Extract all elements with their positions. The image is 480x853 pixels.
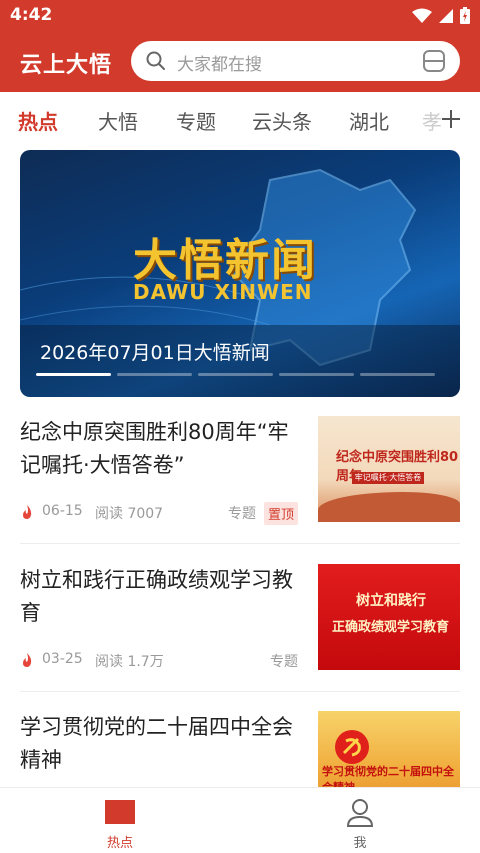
news-category: 专题 [270,654,298,670]
news-title: 树立和践行正确政绩观学习教育 [20,568,293,625]
person-icon [346,799,374,827]
app-title: 云上大悟 [20,53,113,78]
divider [20,691,460,692]
tab-hot[interactable]: 热点 [18,106,58,135]
thumbnail-hill [318,492,460,522]
banner-caption: 2026年07月01日大悟新闻 [40,342,270,364]
news-thumbnail: 树立和践行 正确政绩观学习教育 [318,564,460,670]
bottom-nav: 热点 我 [0,787,480,853]
fire-icon [23,505,32,519]
news-item[interactable]: 纪念中原突围胜利80周年“牢记嘱托·大悟答卷” 06-15 阅读 7007 专题… [20,416,460,546]
pinned-badge: 置顶 [263,502,298,525]
carousel-dot [360,373,435,376]
status-time: 4:42 [10,5,53,25]
nav-hot-label: 热点 [106,836,133,851]
tab-dawu[interactable]: 大悟 [98,106,138,135]
news-meta: 06-15 阅读 7007 专题 置顶 [20,502,298,525]
news-date: 03-25 [42,651,83,667]
banner-logo-cn: 大悟新闻 [133,235,317,286]
nav-me[interactable]: 我 [300,788,420,853]
wifi-icon [412,8,432,23]
thumbnail-line-2: 正确政绩观学习教育 [332,620,450,635]
banner-carousel[interactable]: 大悟新闻 DAWU XINWEN 2026年07月01日大悟新闻 [20,150,460,397]
add-channel-icon[interactable] [440,108,462,130]
search-icon [146,51,165,70]
news-meta: 03-25 阅读 1.7万 专题 [20,650,298,672]
carousel-dot [117,373,192,376]
nav-me-label: 我 [353,836,367,851]
search-bar[interactable]: 大家都在搜 [131,41,460,81]
news-reads: 阅读 7007 [95,506,164,522]
thumbnail-subtitle: 牢记嘱托·大悟答卷 [352,472,424,484]
tab-xiao[interactable]: 孝 [422,106,442,135]
nav-hot[interactable]: 热点 [60,788,180,853]
news-date: 06-15 [42,503,83,519]
carousel-dot [279,373,354,376]
signal-icon [439,8,453,23]
banner-logo-en: DAWU XINWEN [133,280,313,304]
tab-cloud-headlines[interactable]: 云头条 [252,106,312,135]
carousel-indicator [36,373,435,376]
header-bar: 4:42 云上大悟 大家都在搜 [0,0,480,92]
search-input[interactable]: 大家都在搜 [177,50,262,75]
news-reads: 阅读 1.7万 [95,654,164,670]
tab-hubei[interactable]: 湖北 [349,106,389,135]
thumbnail-line-1: 树立和践行 [356,593,426,609]
news-item[interactable]: 树立和践行正确政绩观学习教育 03-25 阅读 1.7万 专题 树立和践行 正确… [20,564,460,694]
status-bar: 4:42 [0,0,480,32]
divider [20,543,460,544]
tab-topics[interactable]: 专题 [176,106,216,135]
carousel-dot [36,373,111,376]
status-icons [412,7,470,24]
carousel-dot [198,373,273,376]
news-category: 专题 [228,506,256,522]
channel-tabs: 热点 大悟 专题 云头条 湖北 孝 [0,92,480,148]
scan-icon[interactable] [422,49,446,73]
news-title: 学习贯彻党的二十届四中全会精神 [20,715,293,772]
battery-icon [460,7,470,24]
home-icon [105,800,135,824]
news-title: 纪念中原突围胜利80周年“牢记嘱托·大悟答卷” [20,420,289,477]
news-thumbnail: 纪念中原突围胜利80周年 牢记嘱托·大悟答卷 [318,416,460,522]
party-emblem-icon [335,730,369,764]
fire-icon [23,653,32,667]
